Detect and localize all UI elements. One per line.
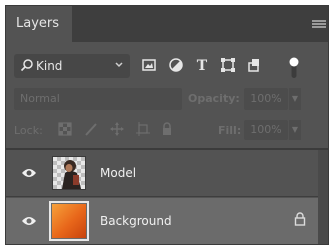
chevron-down-icon: [115, 62, 123, 68]
scrollbar[interactable]: [318, 150, 328, 244]
adjustment-filter-icon[interactable]: [168, 57, 184, 73]
svg-text:T: T: [197, 58, 208, 73]
layers-panel: Layers Kind T Normal Opacity: 100% ▼ Loc…: [5, 5, 329, 245]
layer-row-model[interactable]: Model: [6, 150, 328, 197]
lock-artboard-icon[interactable]: [136, 122, 150, 136]
opacity-label: Opacity:: [188, 92, 240, 105]
layer-thumbnail-model[interactable]: [52, 156, 86, 190]
blend-row: Normal Opacity: 100% ▼: [6, 88, 328, 112]
blend-mode-dropdown[interactable]: Normal: [14, 88, 182, 110]
fill-label: Fill:: [218, 124, 242, 137]
fill-input[interactable]: 100%: [244, 120, 288, 140]
eye-icon[interactable]: [21, 167, 37, 179]
lock-image-icon[interactable]: [84, 122, 98, 136]
shape-filter-icon[interactable]: [220, 57, 236, 73]
smartobject-filter-icon[interactable]: [246, 57, 262, 73]
eye-icon[interactable]: [21, 215, 37, 227]
type-filter-icon[interactable]: T: [194, 57, 210, 73]
search-icon: [20, 59, 33, 72]
panel-menu-icon[interactable]: [312, 20, 326, 28]
tab-layers[interactable]: Layers: [6, 6, 72, 42]
lock-transparent-icon[interactable]: [58, 122, 72, 136]
opacity-input[interactable]: 100%: [244, 88, 288, 110]
layer-name[interactable]: Background: [100, 214, 172, 228]
kind-label: Kind: [36, 59, 63, 73]
lock-all-icon[interactable]: [160, 122, 174, 136]
layer-row-background[interactable]: Background: [6, 198, 328, 244]
pixel-filter-icon[interactable]: [141, 57, 157, 73]
lock-label: Lock:: [14, 124, 43, 137]
kind-filter-dropdown[interactable]: Kind: [14, 54, 130, 78]
lock-icon[interactable]: [294, 212, 306, 226]
lock-row: Lock: Fill: 100% ▼: [6, 120, 328, 142]
filter-row: Kind T: [6, 54, 328, 78]
panel-tab-bar: Layers: [6, 6, 328, 42]
lock-position-icon[interactable]: [110, 122, 124, 136]
model-silhouette-icon: [62, 160, 81, 189]
layer-name[interactable]: Model: [100, 166, 136, 180]
fill-chevron-icon[interactable]: ▼: [289, 120, 301, 140]
layer-thumbnail-background[interactable]: [49, 201, 89, 241]
opacity-chevron-icon[interactable]: ▼: [289, 88, 301, 110]
filter-toggle-icon[interactable]: [289, 57, 299, 79]
